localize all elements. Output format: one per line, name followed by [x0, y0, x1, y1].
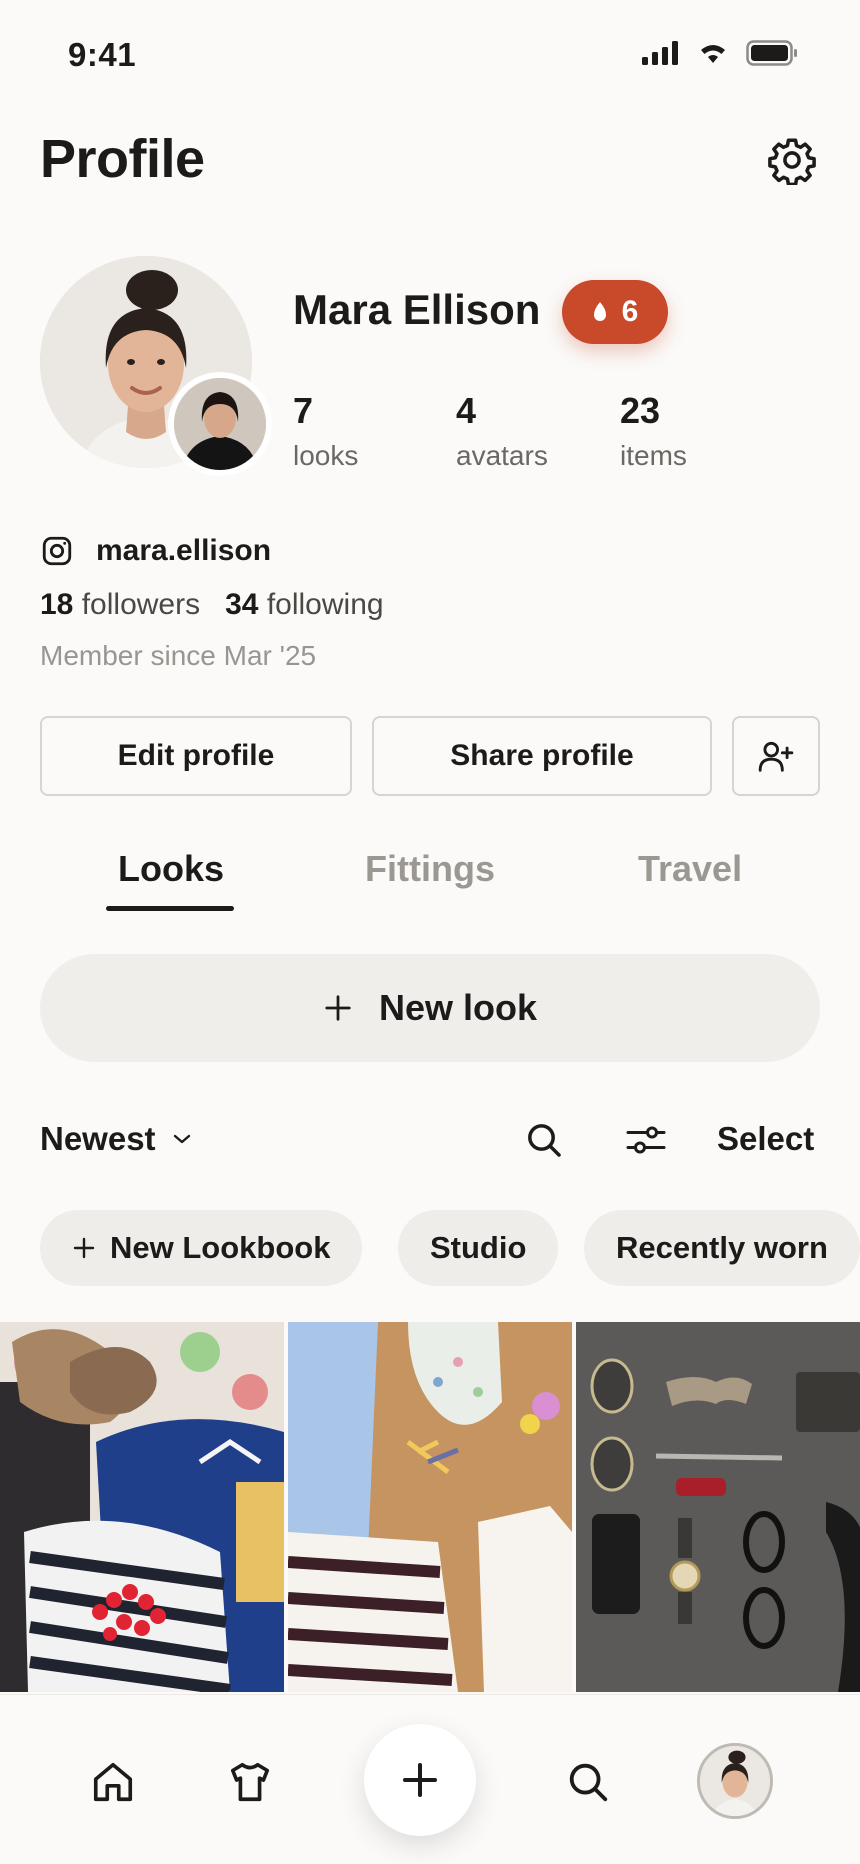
page-title: Profile: [40, 129, 205, 189]
member-since: Member since Mar '25: [40, 640, 317, 671]
plus-icon: [325, 995, 351, 1021]
following-label: following: [266, 588, 384, 621]
signal-icon: [642, 41, 678, 65]
filter-button[interactable]: [620, 1114, 672, 1166]
tab-travel[interactable]: Travel: [638, 848, 742, 890]
following-count: 34: [225, 588, 259, 621]
stat-looks[interactable]: 7 looks: [293, 390, 358, 472]
search-icon: [569, 1763, 608, 1802]
wifi-icon: [701, 45, 725, 63]
add-friend-button[interactable]: [732, 716, 820, 796]
followers-label: followers: [81, 588, 201, 621]
sliders-icon: [626, 1126, 666, 1154]
tab-fittings[interactable]: Fittings: [365, 848, 495, 890]
plus-icon: [403, 1763, 437, 1797]
nav-profile-avatar[interactable]: [697, 1743, 773, 1819]
stat-value: 7: [293, 390, 314, 431]
chip-label: Recently worn: [616, 1230, 828, 1265]
stat-avatars[interactable]: 4 avatars: [456, 390, 548, 472]
instagram-handle: mara.ellison: [96, 534, 272, 567]
secondary-avatar[interactable]: [168, 372, 272, 476]
nav-wardrobe[interactable]: [220, 1752, 280, 1812]
following-link[interactable]: 34 following: [225, 588, 383, 621]
home-icon: [93, 1762, 133, 1802]
new-look-button[interactable]: New look: [40, 954, 820, 1062]
follow-counts: 18 followers 34 following: [40, 588, 384, 622]
look-thumbnail[interactable]: [0, 1322, 284, 1692]
settings-button[interactable]: [764, 132, 820, 188]
sort-dropdown[interactable]: Newest: [40, 1120, 192, 1158]
search-icon: [528, 1124, 561, 1157]
followers-count: 18: [40, 588, 74, 621]
look-image-2: [288, 1322, 572, 1692]
look-thumbnail[interactable]: [288, 1322, 572, 1692]
active-tab-indicator: [106, 906, 234, 911]
instagram-link[interactable]: mara.ellison: [40, 534, 271, 568]
status-icons: [642, 40, 798, 66]
user-name: Mara Ellison: [293, 286, 541, 333]
add-person-icon: [758, 741, 794, 772]
chip-label: New Lookbook: [110, 1230, 331, 1265]
chip-new-lookbook[interactable]: New Lookbook: [40, 1210, 363, 1286]
chip-recently-worn[interactable]: Recently worn: [584, 1210, 860, 1286]
battery-icon: [746, 40, 797, 66]
nav-avatar-portrait: [700, 1746, 770, 1816]
new-look-label: New look: [378, 987, 538, 1028]
streak-count: 6: [621, 295, 639, 328]
followers-link[interactable]: 18 followers: [40, 588, 200, 621]
stat-value: 23: [620, 390, 661, 431]
secondary-avatar-portrait: [174, 378, 266, 470]
status-time: 9:41: [68, 36, 137, 73]
nav-search[interactable]: [558, 1752, 618, 1812]
instagram-icon: [42, 536, 72, 566]
select-button[interactable]: Select: [717, 1120, 814, 1158]
chip-label: Studio: [430, 1230, 527, 1265]
stat-label: looks: [293, 440, 359, 471]
stat-label: items: [620, 440, 687, 471]
search-looks-button[interactable]: [518, 1114, 570, 1166]
gear-icon: [768, 138, 816, 185]
look-image-3: [576, 1322, 860, 1692]
flame-icon: [593, 302, 606, 321]
stat-label: avatars: [456, 440, 548, 471]
chevron-down-icon: [173, 1134, 190, 1144]
tab-looks[interactable]: Looks: [118, 848, 224, 890]
stat-value: 4: [456, 390, 477, 431]
shirt-icon: [230, 1762, 270, 1802]
nav-create-button[interactable]: [364, 1724, 476, 1836]
look-image-1: [0, 1322, 284, 1692]
nav-home[interactable]: [83, 1752, 143, 1812]
edit-profile-button[interactable]: Edit profile: [40, 716, 352, 796]
look-thumbnail[interactable]: [576, 1322, 860, 1692]
chip-studio[interactable]: Studio: [398, 1210, 559, 1286]
stat-items[interactable]: 23 items: [620, 390, 687, 472]
sort-label: Newest: [40, 1120, 156, 1157]
plus-icon: [73, 1237, 95, 1259]
share-profile-button[interactable]: Share profile: [372, 716, 712, 796]
streak-badge[interactable]: 6: [562, 280, 668, 344]
